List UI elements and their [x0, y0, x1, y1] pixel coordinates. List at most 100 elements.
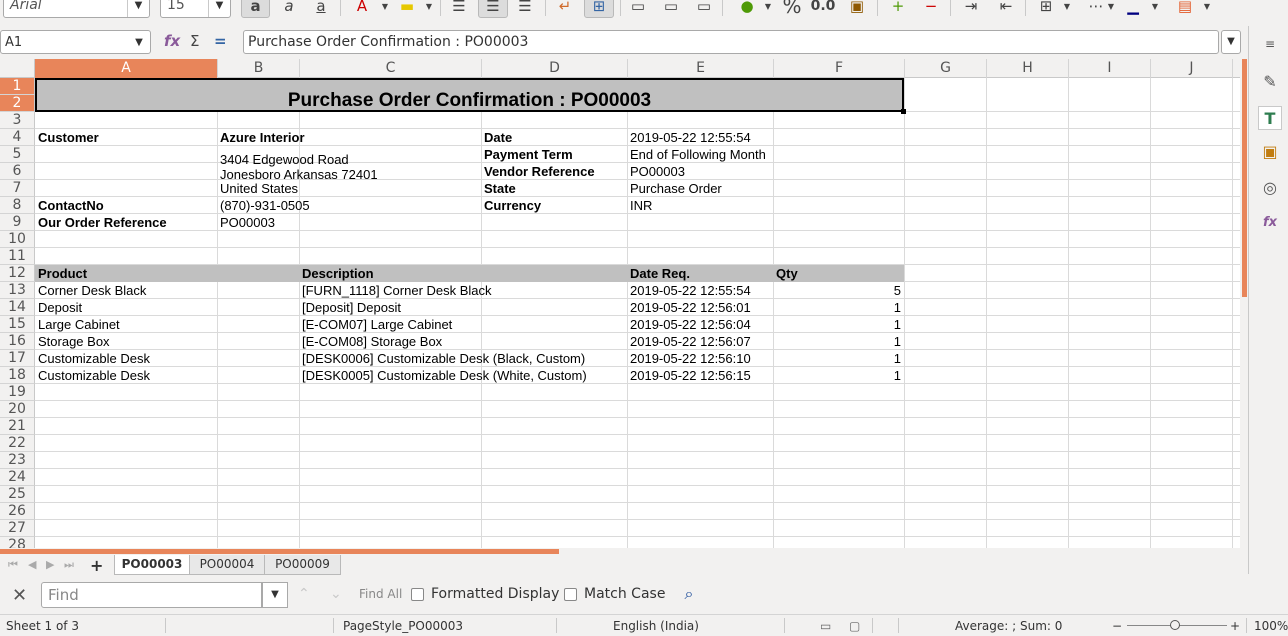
- line-product[interactable]: Deposit: [35, 299, 299, 316]
- chevron-down-icon[interactable]: ▼: [208, 0, 230, 17]
- column-header[interactable]: F: [774, 59, 905, 78]
- chevron-down-icon[interactable]: ▼: [424, 0, 434, 18]
- styles-icon[interactable]: T: [1258, 106, 1282, 130]
- line-qty[interactable]: 1: [773, 299, 904, 316]
- row-header[interactable]: 2: [0, 95, 35, 112]
- currency-format-icon[interactable]: ●: [732, 0, 762, 18]
- formula-input[interactable]: Purchase Order Confirmation : PO00003: [243, 30, 1219, 54]
- row-header[interactable]: 4: [0, 129, 35, 146]
- italic-icon[interactable]: a: [278, 0, 300, 18]
- row-header[interactable]: 5: [0, 146, 35, 163]
- header-date[interactable]: Date Req.: [627, 265, 773, 282]
- chevron-down-icon[interactable]: ▼: [127, 0, 149, 17]
- line-date[interactable]: 2019-05-22 12:56:10: [627, 350, 773, 367]
- align-middle-icon[interactable]: ▭: [660, 0, 682, 18]
- document-modified-icon[interactable]: ▢: [849, 619, 860, 633]
- navigator-icon[interactable]: ◎: [1258, 176, 1282, 200]
- close-icon[interactable]: ✕: [12, 585, 27, 606]
- add-decimal-icon[interactable]: +: [885, 0, 911, 18]
- line-product[interactable]: Customizable Desk: [35, 350, 299, 367]
- find-input[interactable]: Find: [41, 582, 262, 608]
- label-state[interactable]: State: [481, 180, 627, 197]
- date-format-icon[interactable]: ▣: [845, 0, 869, 18]
- zoom-level[interactable]: 100%: [1254, 619, 1288, 633]
- chevron-down-icon[interactable]: ▼: [1221, 30, 1241, 54]
- previous-sheet-icon[interactable]: ◀: [28, 558, 36, 571]
- header-product[interactable]: Product: [35, 265, 299, 282]
- find-replace-icon[interactable]: ⌕: [677, 584, 701, 606]
- label-payment-term[interactable]: Payment Term: [481, 146, 627, 163]
- value-state[interactable]: Purchase Order: [627, 180, 904, 197]
- merge-cells-icon[interactable]: ⊞: [584, 0, 614, 18]
- wrap-text-icon[interactable]: ↵: [553, 0, 577, 18]
- horizontal-scrollbar[interactable]: [0, 548, 1240, 554]
- row-header[interactable]: 8: [0, 197, 35, 214]
- functions-icon[interactable]: fx: [1258, 211, 1282, 235]
- chevron-down-icon[interactable]: ▼: [763, 0, 773, 18]
- name-box[interactable]: A1 ▼: [0, 30, 151, 54]
- value-currency[interactable]: INR: [627, 197, 904, 214]
- row-header[interactable]: 25: [0, 486, 35, 503]
- header-description[interactable]: Description: [299, 265, 627, 282]
- underline-icon[interactable]: a: [310, 0, 332, 18]
- language[interactable]: English (India): [613, 619, 699, 633]
- row-header[interactable]: 20: [0, 401, 35, 418]
- properties-icon[interactable]: ✎: [1258, 70, 1282, 94]
- line-qty[interactable]: 1: [773, 333, 904, 350]
- find-previous-icon[interactable]: ⌃: [298, 586, 310, 602]
- label-vendor-ref[interactable]: Vendor Reference: [481, 163, 627, 180]
- line-qty[interactable]: 1: [773, 367, 904, 384]
- font-size-combo[interactable]: 15 ▼: [160, 0, 231, 18]
- value-vendor-ref[interactable]: PO00003: [627, 163, 904, 180]
- row-header[interactable]: 14: [0, 299, 35, 316]
- scroll-thumb[interactable]: [0, 549, 559, 554]
- font-name-combo[interactable]: Arial ▼: [3, 0, 150, 18]
- address-line-3[interactable]: United States: [217, 180, 481, 197]
- value-payment-term[interactable]: End of Following Month: [627, 146, 904, 163]
- line-description[interactable]: [E-COM08] Storage Box: [299, 333, 627, 350]
- match-case-checkbox[interactable]: [564, 588, 577, 601]
- scroll-thumb[interactable]: [1242, 59, 1247, 297]
- row-header[interactable]: 24: [0, 469, 35, 486]
- line-date[interactable]: 2019-05-22 12:55:54: [627, 282, 773, 299]
- column-header[interactable]: D: [482, 59, 628, 78]
- sheet-tab[interactable]: PO00009: [264, 555, 341, 575]
- chevron-down-icon[interactable]: ▼: [1062, 0, 1072, 18]
- function-wizard-icon[interactable]: fx: [164, 32, 180, 50]
- increase-indent-icon[interactable]: ⇥: [958, 0, 984, 18]
- row-header[interactable]: 3: [0, 112, 35, 129]
- spreadsheet-grid[interactable]: A B C D E F G H I J 1 2 3 4 5 6 7 8 9 10…: [0, 59, 1240, 548]
- line-description[interactable]: [E-COM07] Large Cabinet: [299, 316, 627, 333]
- selection-mode-icon[interactable]: ▭: [820, 619, 831, 633]
- find-all-button[interactable]: Find All: [359, 587, 402, 601]
- next-sheet-icon[interactable]: ▶: [46, 558, 54, 571]
- line-date[interactable]: 2019-05-22 12:56:04: [627, 316, 773, 333]
- row-header[interactable]: 17: [0, 350, 35, 367]
- line-date[interactable]: 2019-05-22 12:56:15: [627, 367, 773, 384]
- last-sheet-icon[interactable]: ⏭: [64, 558, 74, 572]
- highlight-color-icon[interactable]: ▬: [393, 0, 421, 18]
- row-header[interactable]: 27: [0, 520, 35, 537]
- line-description[interactable]: [DESK0006] Customizable Desk (Black, Cus…: [299, 350, 627, 367]
- row-header[interactable]: 9: [0, 214, 35, 231]
- align-left-icon[interactable]: ☰: [447, 0, 471, 18]
- chevron-down-icon[interactable]: ▼: [1106, 0, 1116, 18]
- value-contact[interactable]: (870)-931-0505: [217, 197, 481, 214]
- line-qty[interactable]: 5: [773, 282, 904, 299]
- header-qty[interactable]: Qty: [773, 265, 904, 282]
- value-order-ref[interactable]: PO00003: [217, 214, 481, 231]
- line-description[interactable]: [Deposit] Deposit: [299, 299, 627, 316]
- row-header[interactable]: 7: [0, 180, 35, 197]
- title-cell[interactable]: Purchase Order Confirmation : PO00003: [35, 78, 904, 112]
- label-date[interactable]: Date: [481, 129, 627, 146]
- font-color-icon[interactable]: A: [348, 0, 376, 18]
- chevron-down-icon[interactable]: ▼: [128, 37, 150, 48]
- selection-summary[interactable]: Average: ; Sum: 0: [955, 619, 1062, 633]
- chevron-down-icon[interactable]: ▼: [262, 582, 288, 608]
- label-contact[interactable]: ContactNo: [35, 197, 217, 214]
- cell-area[interactable]: Purchase Order Confirmation : PO00003 Cu…: [35, 78, 1240, 548]
- line-description[interactable]: [FURN_1118] Corner Desk Black: [299, 282, 627, 299]
- line-product[interactable]: Corner Desk Black: [35, 282, 299, 299]
- column-header[interactable]: C: [300, 59, 482, 78]
- row-header[interactable]: 15: [0, 316, 35, 333]
